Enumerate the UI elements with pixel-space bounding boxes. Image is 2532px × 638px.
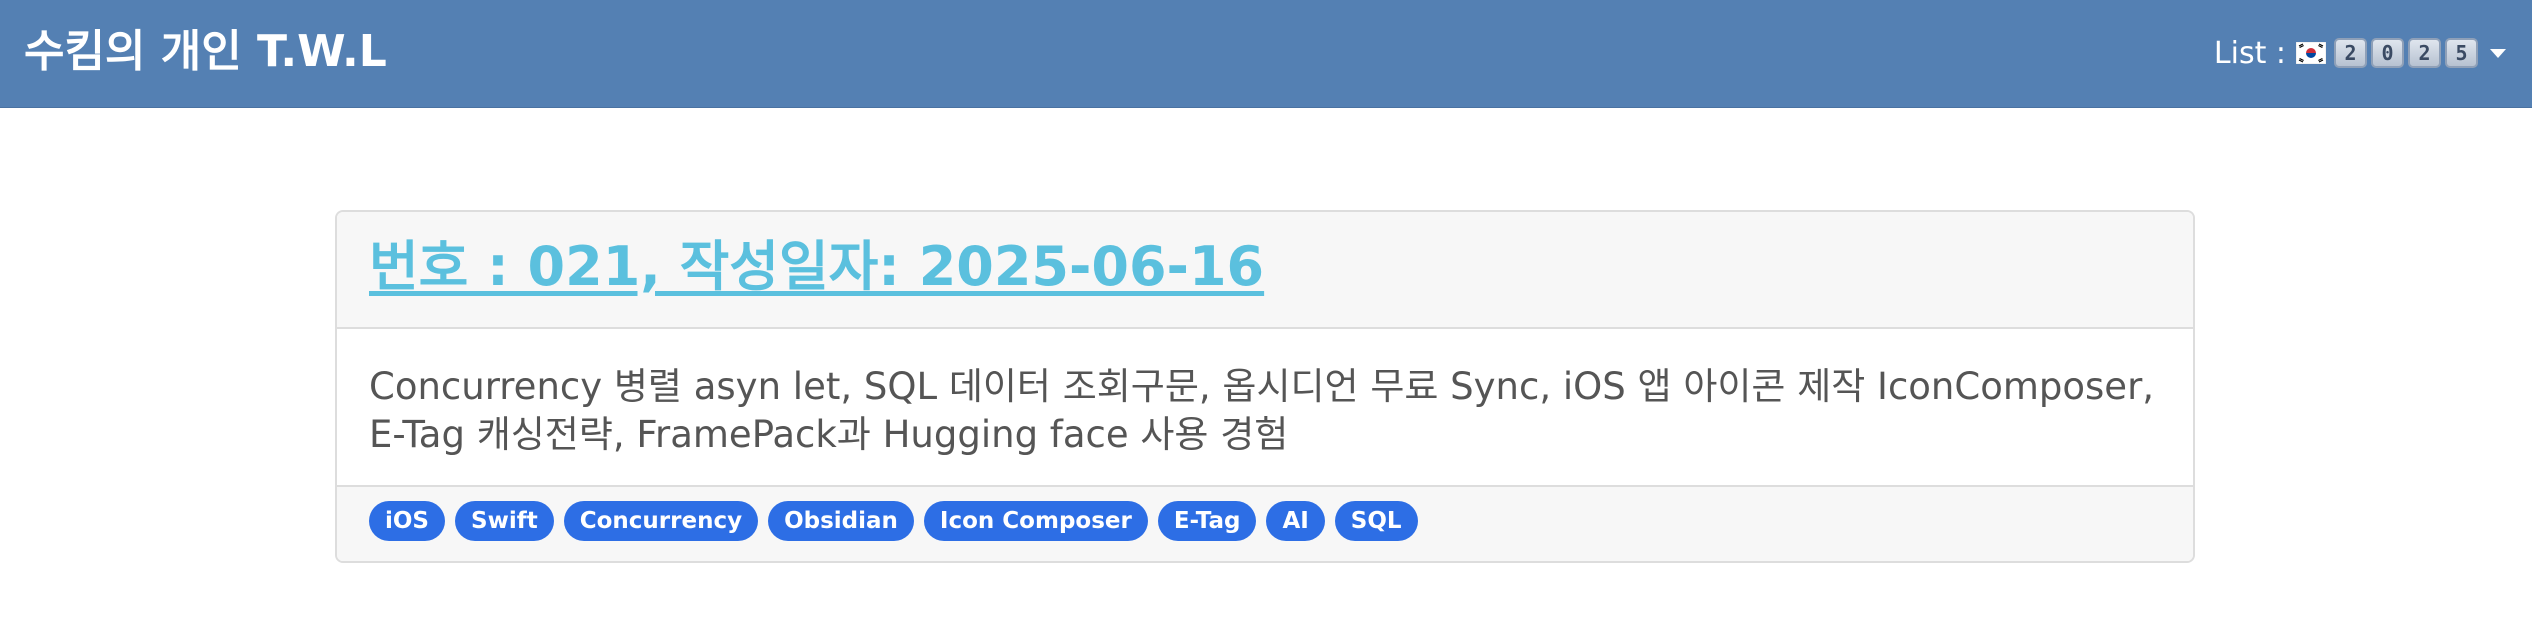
- site-brand[interactable]: 수킴의 개인 T.W.L: [24, 26, 387, 78]
- post-title-link[interactable]: 번호 : 021, 작성일자: 2025-06-16: [369, 235, 1264, 298]
- top-navbar: 수킴의 개인 T.W.L List : 2 0 2 5: [0, 0, 2532, 108]
- tag-badge[interactable]: Obsidian: [768, 501, 914, 541]
- post-card-body: Concurrency 병렬 asyn let, SQL 데이터 조회구문, 옵…: [337, 329, 2193, 487]
- tag-badge[interactable]: iOS: [369, 501, 446, 541]
- tag-badge[interactable]: Concurrency: [563, 501, 759, 541]
- year-digit-keycap: 5: [2445, 38, 2478, 68]
- south-korea-flag-icon: [2296, 42, 2326, 64]
- post-card-header: 번호 : 021, 작성일자: 2025-06-16: [337, 212, 2193, 329]
- tag-badge[interactable]: Swift: [455, 501, 554, 541]
- tag-badge[interactable]: SQL: [1334, 501, 1418, 541]
- post-description: Concurrency 병렬 asyn let, SQL 데이터 조회구문, 옵…: [369, 365, 2155, 456]
- tag-badge[interactable]: AI: [1266, 501, 1325, 541]
- tag-badge[interactable]: Icon Composer: [923, 501, 1148, 541]
- tag-badge[interactable]: E-Tag: [1157, 501, 1257, 541]
- year-digit-keycap: 0: [2371, 38, 2404, 68]
- post-card: 번호 : 021, 작성일자: 2025-06-16 Concurrency 병…: [335, 210, 2195, 563]
- year-digit-keycap: 2: [2334, 38, 2367, 68]
- caret-down-icon: [2490, 48, 2506, 58]
- post-tag-list: iOS Swift Concurrency Obsidian Icon Comp…: [337, 487, 2193, 561]
- year-list-dropdown[interactable]: List : 2 0 2 5: [2214, 33, 2506, 73]
- year-digit-keycap: 2: [2408, 38, 2441, 68]
- list-label: List :: [2213, 35, 2286, 71]
